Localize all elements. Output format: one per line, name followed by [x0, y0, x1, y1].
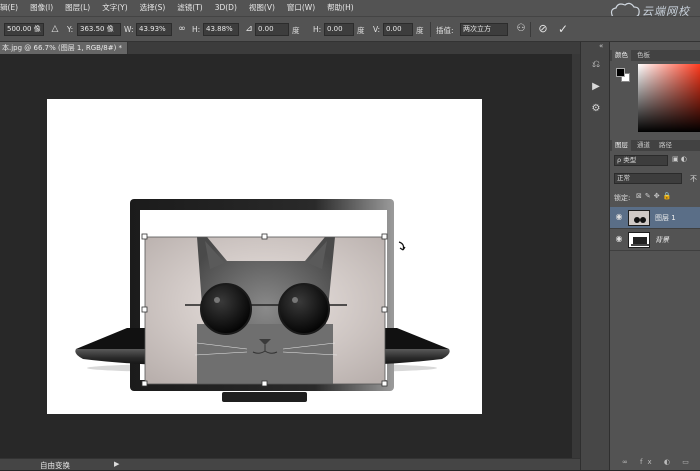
- laptop-trackpad: [222, 392, 307, 402]
- cancel-transform-icon[interactable]: ⊘: [536, 22, 550, 36]
- panel-icon-strip: « ⎌ ▶ ⚙: [580, 42, 610, 470]
- tab-strip: [128, 42, 580, 54]
- menu-view[interactable]: 视图(V): [243, 0, 281, 16]
- vskew-label: V:: [373, 25, 381, 34]
- cat-photo-layer: [145, 237, 385, 384]
- tab-color[interactable]: 颜色: [612, 50, 631, 61]
- lock-label: 锁定:: [614, 194, 631, 202]
- menu-window[interactable]: 窗口(W): [281, 0, 321, 16]
- w-label: W:: [124, 25, 134, 34]
- tab-swatches[interactable]: 色板: [634, 50, 653, 61]
- menu-edit[interactable]: 辑(E): [0, 0, 24, 16]
- menu-filter[interactable]: 滤镜(T): [171, 0, 208, 16]
- laptop-artwork: [75, 199, 450, 402]
- link-icon[interactable]: ∞: [175, 22, 189, 36]
- opacity-label: 不: [690, 175, 697, 183]
- h-label: H:: [192, 25, 201, 34]
- status-menu-arrow-icon[interactable]: ▶: [114, 460, 119, 468]
- layer-name: 图层 1: [655, 214, 676, 222]
- document-canvas[interactable]: [47, 99, 482, 414]
- warp-mode-icon[interactable]: ⚇: [514, 22, 528, 36]
- history-icon[interactable]: ⎌: [589, 58, 603, 72]
- menu-3d[interactable]: 3D(D): [209, 0, 243, 16]
- status-tool-name: 自由变换: [40, 461, 70, 470]
- y-position-field[interactable]: 363.50 像: [77, 23, 121, 36]
- tab-paths[interactable]: 路径: [656, 140, 675, 151]
- layer-filter-select[interactable]: ρ 类型: [614, 155, 668, 166]
- commit-transform-icon[interactable]: ✓: [556, 22, 570, 36]
- vskew-field[interactable]: 0.00: [383, 23, 413, 36]
- layer-thumbnail: [628, 210, 650, 226]
- document-tab[interactable]: 本.jpg @ 66.7% (图层 1, RGB/8#) *: [0, 42, 128, 54]
- angle-icon: ⊿: [245, 24, 253, 34]
- layers-footer-icons[interactable]: ∞ fx ◐ ▭: [622, 458, 694, 466]
- interpolation-label: 插值:: [436, 26, 454, 35]
- status-bar: 自由变换 ▶: [0, 458, 580, 470]
- color-picker-field[interactable]: [638, 64, 700, 132]
- menu-layer[interactable]: 图层(L): [59, 0, 96, 16]
- layers-panel-tabs: 图层 通道 路径: [610, 140, 700, 151]
- interpolation-select[interactable]: 两次立方: [460, 23, 508, 36]
- angle-unit: 度: [292, 26, 300, 35]
- collapse-panels-icon[interactable]: «: [599, 42, 603, 50]
- lock-icons[interactable]: ⊠✎✥🔒: [636, 192, 674, 200]
- options-bar: 500.00 像 △ Y: 363.50 像 W: 43.93% ∞ H: 43…: [0, 16, 700, 42]
- layer-name: 背景: [655, 236, 669, 244]
- vertical-scrollbar[interactable]: [572, 54, 580, 458]
- menu-type[interactable]: 文字(Y): [96, 0, 133, 16]
- tab-layers[interactable]: 图层: [612, 140, 631, 151]
- actions-icon[interactable]: ▶: [589, 80, 603, 94]
- eye-icon[interactable]: ◉: [614, 234, 624, 244]
- menu-image[interactable]: 图像(I): [24, 0, 59, 16]
- layer-row-layer1[interactable]: ◉ 图层 1: [610, 207, 700, 229]
- filter-icons[interactable]: ▣ ◐: [672, 155, 687, 163]
- x-position-field[interactable]: 500.00 像: [4, 23, 44, 36]
- menu-bar: 辑(E) 图像(I) 图层(L) 文字(Y) 选择(S) 滤镜(T) 3D(D)…: [0, 0, 700, 16]
- hskew-unit: 度: [357, 26, 365, 35]
- color-panel-tabs: 颜色 色板: [610, 50, 700, 61]
- separator: [530, 22, 531, 37]
- hskew-label: H:: [313, 25, 322, 34]
- y-label: Y:: [67, 25, 74, 34]
- eye-icon[interactable]: ◉: [614, 212, 624, 222]
- layer-thumbnail: [628, 232, 650, 248]
- tab-channels[interactable]: 通道: [634, 140, 653, 151]
- height-field[interactable]: 43.88%: [203, 23, 239, 36]
- layer-row-background[interactable]: ◉ 背景: [610, 229, 700, 251]
- foreground-color-swatch[interactable]: [616, 68, 625, 77]
- blend-mode-select[interactable]: 正常: [614, 173, 682, 184]
- hskew-field[interactable]: 0.00: [324, 23, 354, 36]
- menu-help[interactable]: 帮助(H): [321, 0, 360, 16]
- rotate-cursor-icon: [398, 241, 406, 251]
- separator: [430, 22, 431, 37]
- menu-select[interactable]: 选择(S): [134, 0, 172, 16]
- right-panels: 颜色 色板 图层 通道 路径 ρ 类型 ▣ ◐ 正常 不 锁定: ⊠✎✥🔒 ◉ …: [610, 42, 700, 470]
- canvas-area[interactable]: [0, 54, 580, 458]
- vskew-unit: 度: [416, 26, 424, 35]
- properties-icon[interactable]: ⚙: [589, 102, 603, 116]
- reference-link-icon[interactable]: △: [48, 22, 62, 36]
- angle-field[interactable]: 0.00: [255, 23, 289, 36]
- width-field[interactable]: 43.93%: [136, 23, 172, 36]
